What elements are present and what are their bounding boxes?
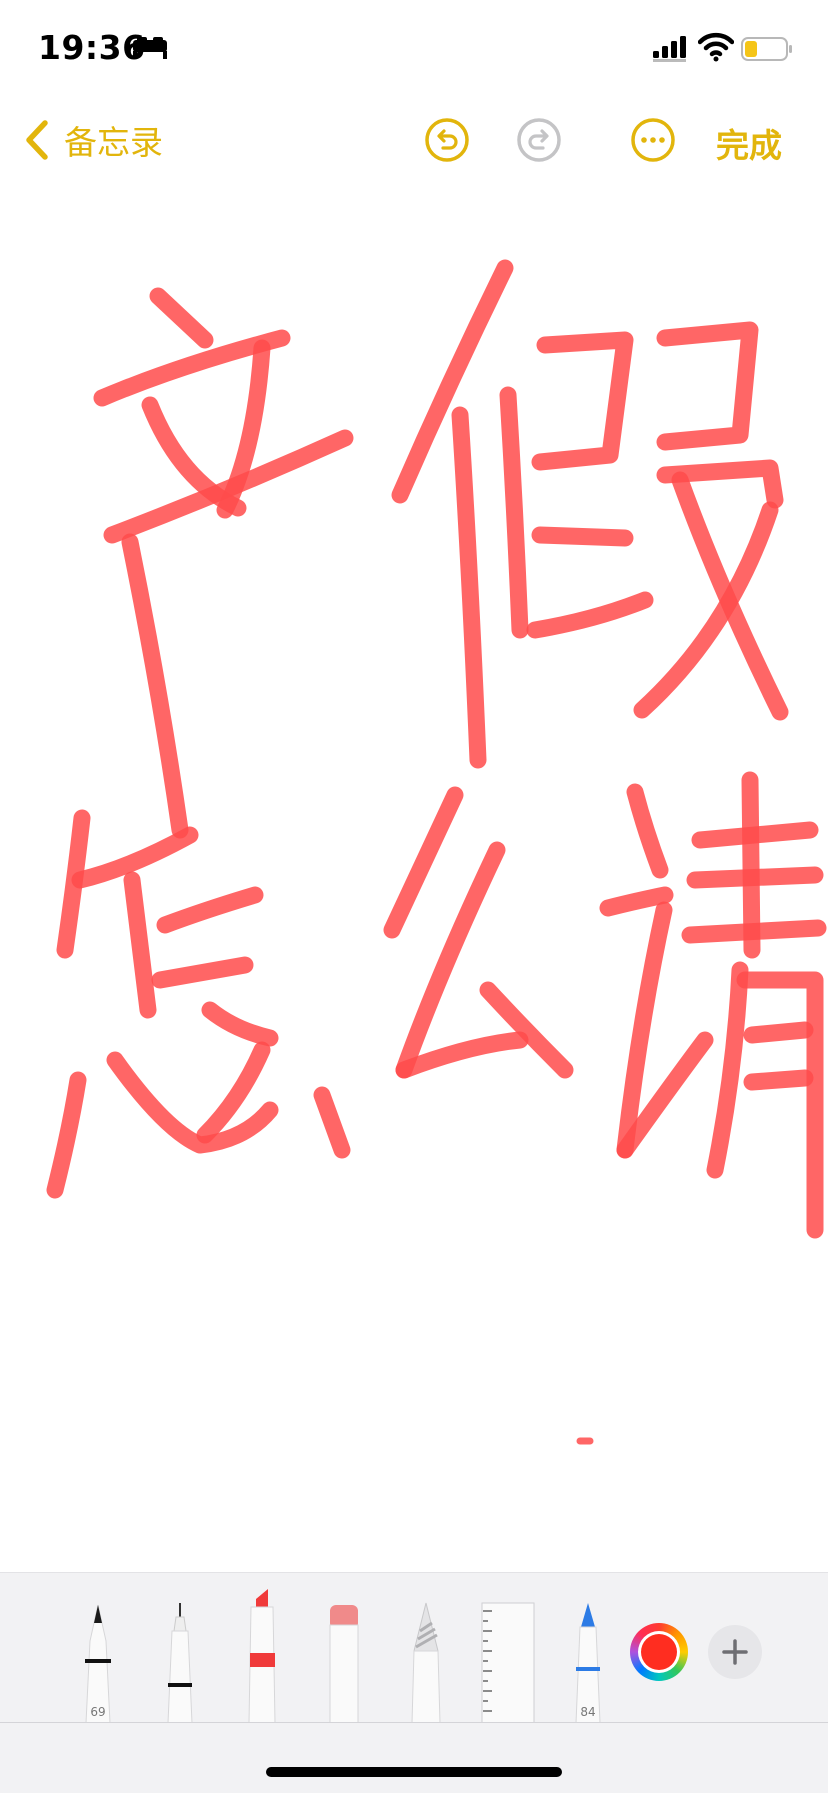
wifi-icon	[698, 32, 734, 62]
stroke	[736, 971, 824, 1239]
battery-icon	[741, 37, 792, 61]
stroke	[479, 981, 574, 1079]
stroke	[656, 321, 759, 451]
home-indicator	[266, 1767, 562, 1777]
status-time: 19:36	[38, 28, 146, 67]
back-label: 备忘录	[64, 123, 163, 162]
eraser-tool[interactable]	[324, 1601, 364, 1723]
stroke	[526, 591, 654, 639]
handwriting-strokes	[46, 259, 827, 1445]
crayon-tool[interactable]: 84	[570, 1601, 606, 1723]
stroke	[626, 783, 669, 879]
marker-tool[interactable]	[242, 1587, 282, 1723]
fineliner-tool[interactable]	[160, 1601, 200, 1723]
crayon-size-label: 84	[580, 1705, 596, 1719]
nav-bar: 备忘录 完成	[0, 105, 828, 177]
more-button[interactable]	[630, 117, 676, 163]
add-tool-button[interactable]	[708, 1625, 762, 1679]
stroke	[499, 386, 529, 639]
more-icon	[641, 137, 665, 143]
stroke	[383, 786, 464, 939]
pen-size-label: 69	[90, 1705, 106, 1719]
stroke	[686, 866, 824, 889]
stroke	[531, 526, 634, 547]
current-color-swatch	[638, 1631, 680, 1673]
pen-tool[interactable]: 69	[78, 1601, 118, 1723]
undo-icon	[437, 129, 458, 150]
stroke	[201, 1001, 279, 1047]
home-area	[0, 1722, 828, 1793]
pencil-tool[interactable]	[406, 1601, 446, 1723]
cellular-signal-icon	[653, 36, 686, 62]
redo-button[interactable]	[516, 117, 562, 163]
stroke	[313, 1086, 351, 1159]
drawing-canvas[interactable]	[0, 190, 828, 1570]
stroke	[121, 533, 189, 839]
plus-icon	[722, 1639, 748, 1665]
stroke	[531, 331, 634, 471]
stroke	[46, 1071, 87, 1199]
done-button[interactable]: 完成	[716, 119, 782, 167]
color-picker-button[interactable]	[630, 1623, 688, 1681]
back-button[interactable]: 备忘录	[24, 115, 163, 165]
stroke	[681, 919, 827, 944]
stroke	[149, 287, 214, 349]
chevron-left-icon	[26, 120, 48, 160]
stroke	[451, 406, 487, 769]
stroke	[123, 871, 157, 1019]
stroke	[691, 821, 819, 849]
stroke	[156, 886, 264, 934]
stroke	[743, 1069, 814, 1091]
tool-palette: 69 84	[0, 1572, 828, 1723]
stroke	[103, 429, 354, 544]
ruler-tool[interactable]	[480, 1601, 536, 1723]
stroke	[599, 886, 674, 917]
bed-icon	[133, 37, 167, 59]
redo-icon	[528, 129, 549, 150]
stroke	[706, 961, 749, 1179]
undo-button[interactable]	[424, 117, 470, 163]
stroke	[391, 259, 514, 504]
status-bar: 19:36	[0, 0, 828, 100]
stroke	[743, 1021, 814, 1044]
stroke	[151, 956, 254, 989]
